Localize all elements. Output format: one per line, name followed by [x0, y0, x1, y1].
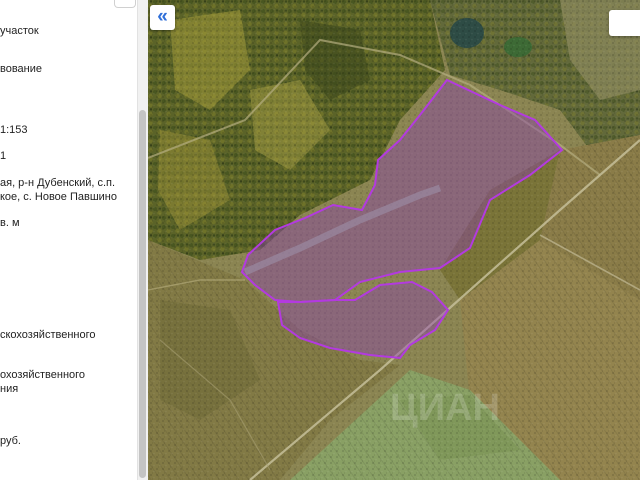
area-value: в. м [0, 217, 20, 229]
panel-close-tab[interactable] [114, 0, 136, 8]
address-line-2: кое, с. Новое Павшино [0, 191, 117, 203]
double-chevron-left-icon: « [157, 6, 168, 27]
use-type-line-1: охозяйственного [0, 369, 86, 381]
use-type-line-2: ния [0, 383, 19, 395]
panel-scrollbar-thumb[interactable] [139, 110, 146, 478]
quarter-value: 1 [0, 150, 7, 162]
property-type-value: участок [0, 25, 39, 37]
category-value: скохозяйственного [0, 329, 96, 341]
cadastral-number-value: 1:153 [0, 124, 28, 136]
map-control-button[interactable] [609, 10, 640, 36]
cadastral-cost-value: руб. [0, 435, 21, 447]
map-watermark: ЦИАН [390, 387, 500, 429]
address-line-1: ая, р-н Дубенский, с.п. [0, 177, 116, 189]
map-imagery: ЦИАН [148, 0, 640, 480]
satellite-map[interactable]: ЦИАН [148, 0, 640, 480]
info-panel: участок вование 1:153 1 ая, р-н Дубенски… [0, 0, 137, 480]
permitted-use-value: вование [0, 63, 43, 75]
collapse-panel-button[interactable]: « [150, 5, 175, 30]
